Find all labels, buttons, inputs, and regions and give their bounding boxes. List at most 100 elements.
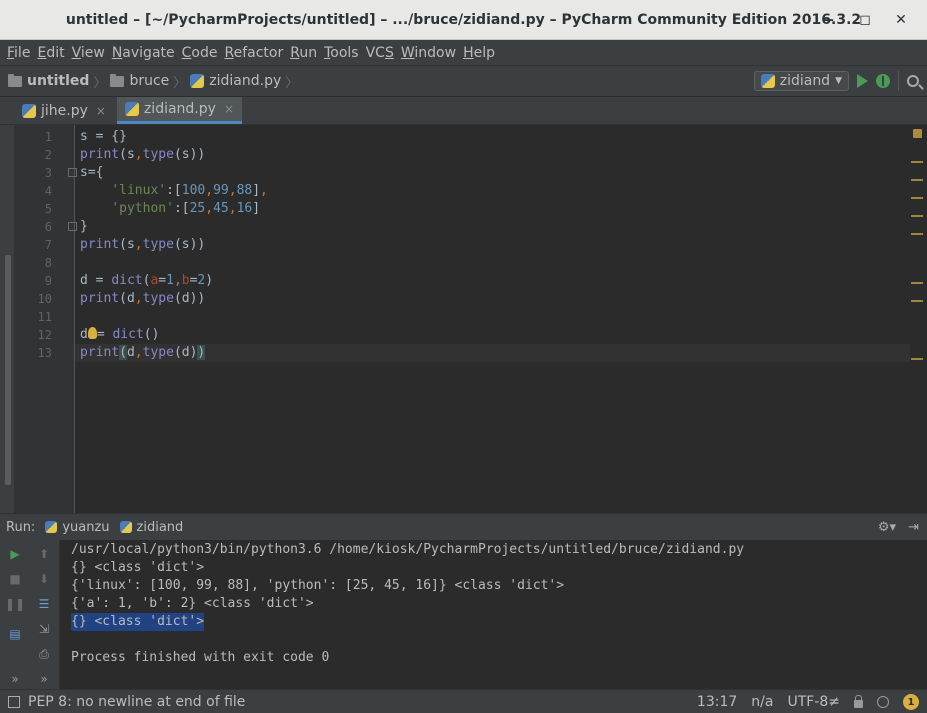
console-output[interactable]: /usr/local/python3/bin/python3.6 /home/k… <box>71 540 921 689</box>
run-config-dropdown[interactable]: zidiand ▼ <box>753 71 849 91</box>
tab-zidiand[interactable]: zidiand.py × <box>116 97 242 124</box>
navigation-bar: untitled 〉 bruce 〉 zidiand.py 〉 zidiand … <box>0 65 927 97</box>
warning-mark[interactable] <box>911 161 923 163</box>
warning-mark[interactable] <box>911 179 923 181</box>
scrollbar-thumb[interactable] <box>5 255 11 485</box>
line-separator[interactable]: n/a <box>751 694 773 710</box>
python-icon <box>760 74 775 88</box>
gear-icon[interactable]: ⚙▾ <box>878 520 896 535</box>
lock-icon[interactable] <box>854 695 863 708</box>
restore-layout-icon[interactable]: ▤ <box>7 626 23 642</box>
warning-mark[interactable] <box>911 233 923 235</box>
line-number: 2 <box>44 148 52 162</box>
toolbar-right: zidiand ▼ <box>753 66 919 96</box>
search-icon[interactable] <box>907 75 919 87</box>
code-line-3: s={ <box>80 165 104 180</box>
menu-refactor[interactable]: Refactor <box>221 45 286 61</box>
chevron-down-icon: ▼ <box>835 76 842 86</box>
menu-code[interactable]: Code <box>179 45 221 61</box>
lightbulb-icon[interactable] <box>87 327 97 339</box>
arrow-down-icon[interactable]: ⬇ <box>36 571 52 587</box>
menu-bar: File Edit View Navigate Code Refactor Run Tools… <box>0 40 927 65</box>
python-icon <box>119 521 132 533</box>
python-file-icon <box>124 102 139 116</box>
status-message: PEP 8: no newline at end of file <box>28 694 246 710</box>
scroll-to-end-icon[interactable]: ⇲ <box>36 621 52 637</box>
warning-mark[interactable] <box>911 300 923 302</box>
breadcrumb-file-label: zidiand.py <box>209 73 282 89</box>
folder-icon <box>110 73 125 87</box>
breadcrumb-project-label: untitled <box>27 73 90 89</box>
line-number: 13 <box>37 346 52 360</box>
fold-marker-icon[interactable] <box>68 168 77 177</box>
code-editor[interactable]: 1 2 3 4 5 6 7 8 9 10 11 12 13 s = {} print(s,type(s)… <box>0 125 927 513</box>
code-line-4: 'linux':[100,99,88], <box>111 183 268 198</box>
inspector-icon[interactable] <box>877 696 889 708</box>
notification-icon[interactable]: 1 <box>903 694 919 710</box>
pause-icon[interactable]: ❚❚ <box>5 596 25 612</box>
file-encoding[interactable]: UTF-8≠ <box>787 694 840 710</box>
stop-icon[interactable]: ■ <box>7 571 23 587</box>
more-icon[interactable]: » <box>36 671 52 687</box>
tool-windows-icon[interactable] <box>8 696 20 708</box>
maximize-button[interactable]: ◻ <box>847 0 883 40</box>
run-label: Run: <box>6 519 36 535</box>
tab-label: jihe.py <box>41 102 88 119</box>
debug-icon[interactable] <box>876 74 890 88</box>
fold-marker-icon[interactable] <box>68 222 77 231</box>
cursor-position[interactable]: 13:17 <box>697 694 737 710</box>
hide-panel-icon[interactable]: ⇥ <box>908 520 919 535</box>
menu-vcs[interactable]: VCS <box>363 45 397 61</box>
arrow-up-icon[interactable]: ⬆ <box>36 546 52 562</box>
title-bar: untitled – [~/PycharmProjects/untitled] … <box>0 0 927 40</box>
breadcrumb-separator: 〉 <box>93 75 107 91</box>
menu-run[interactable]: Run <box>287 45 320 61</box>
code-area[interactable]: s = {} print(s,type(s)) s={ 'linux':[100… <box>80 125 910 513</box>
breadcrumb-folder-label: bruce <box>129 73 170 89</box>
editor-tab-bar: jihe.py × zidiand.py × <box>0 97 927 125</box>
more-icon[interactable]: » <box>7 671 23 687</box>
menu-edit[interactable]: Edit <box>34 45 67 61</box>
run-tab-yuanzu[interactable]: yuanzu <box>45 520 110 535</box>
menu-window[interactable]: Window <box>398 45 459 61</box>
run-tab-zidiand[interactable]: zidiand <box>119 520 183 535</box>
tab-jihe[interactable]: jihe.py × <box>14 97 114 124</box>
breadcrumb-project[interactable]: untitled <box>8 73 89 89</box>
close-icon[interactable]: × <box>96 104 106 118</box>
console-line: {'a': 1, 'b': 2} <class 'dict'> <box>71 596 314 611</box>
menu-view[interactable]: View <box>69 45 108 61</box>
run-config-label: zidiand <box>779 73 831 89</box>
menu-tools[interactable]: Tools <box>321 45 362 61</box>
print-icon[interactable]: ⎙ <box>36 646 52 662</box>
close-button[interactable]: ✕ <box>883 0 919 40</box>
python-file-icon <box>190 74 205 88</box>
run-icon[interactable] <box>857 74 868 88</box>
window-title: untitled – [~/PycharmProjects/untitled] … <box>65 11 862 28</box>
status-bar: PEP 8: no newline at end of file 13:17 n… <box>0 689 927 713</box>
rerun-icon[interactable]: ▶ <box>7 546 23 562</box>
menu-navigate[interactable]: Navigate <box>109 45 178 61</box>
error-stripe[interactable] <box>911 125 925 513</box>
breadcrumb-folder[interactable]: bruce <box>110 73 169 89</box>
warning-mark[interactable] <box>911 215 923 217</box>
warning-mark[interactable] <box>911 282 923 284</box>
close-icon[interactable]: × <box>224 102 234 116</box>
menu-help[interactable]: Help <box>460 45 498 61</box>
code-line-10: print(d,type(d)) <box>80 291 206 306</box>
minimize-button[interactable]: ‒ <box>811 0 847 40</box>
warning-mark[interactable] <box>911 197 923 199</box>
code-line-13: print(d,type(d)) <box>80 345 206 360</box>
line-number: 7 <box>44 238 52 252</box>
warning-mark[interactable] <box>911 358 923 360</box>
soft-wrap-icon[interactable]: ☰ <box>36 596 52 612</box>
breadcrumb-file[interactable]: zidiand.py <box>190 73 281 89</box>
python-file-icon <box>22 103 36 118</box>
line-number: 4 <box>44 184 52 198</box>
line-number: 6 <box>44 220 52 234</box>
line-number: 1 <box>44 130 52 144</box>
code-line-2: print(s,type(s)) <box>80 147 206 162</box>
code-line-7: print(s,type(s)) <box>80 237 206 252</box>
warning-indicator-icon[interactable] <box>913 129 922 138</box>
console-line: Process finished with exit code 0 <box>71 650 330 665</box>
menu-file[interactable]: File <box>4 45 33 61</box>
